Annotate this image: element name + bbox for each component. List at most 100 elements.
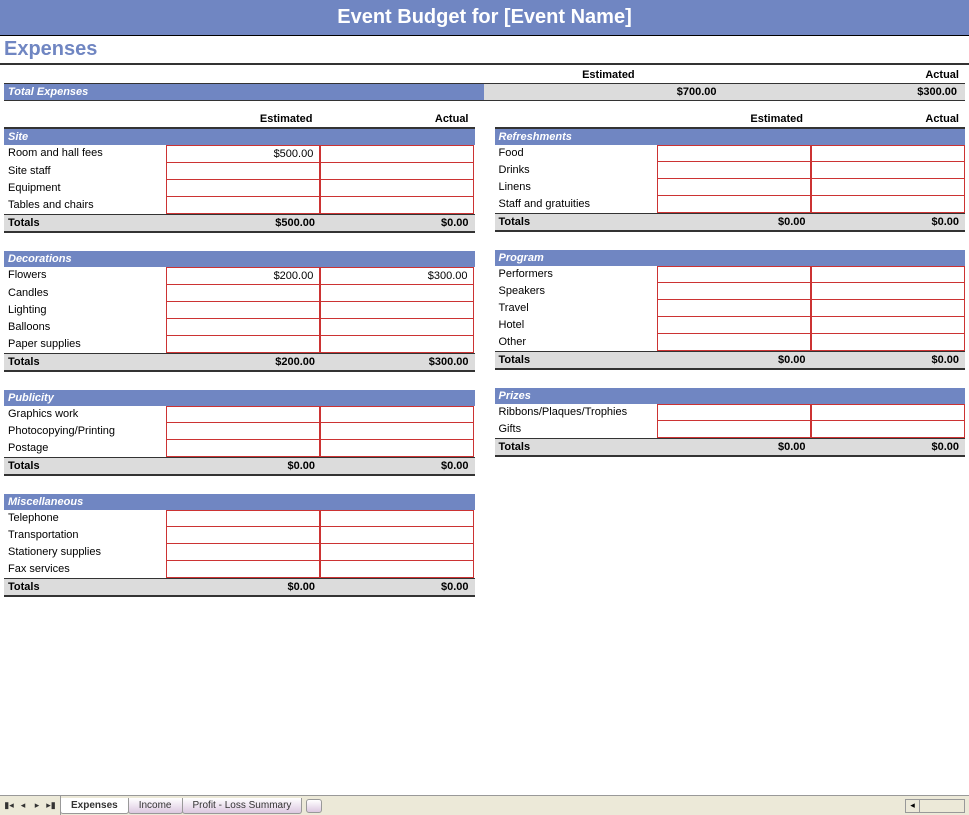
category-totals-row: Totals$0.00$0.00 [495, 438, 966, 457]
actual-cell[interactable] [320, 510, 474, 527]
actual-cell[interactable] [811, 421, 965, 438]
estimated-cell[interactable] [657, 317, 811, 334]
actual-cell[interactable] [811, 317, 965, 334]
estimated-cell[interactable] [657, 421, 811, 438]
scroll-left-icon[interactable]: ◂ [906, 800, 920, 812]
estimated-cell[interactable] [657, 300, 811, 317]
estimated-cell[interactable] [166, 163, 320, 180]
tab-nav-buttons: ▮◂ ◂ ▸ ▸▮ [0, 796, 61, 815]
actual-cell[interactable] [320, 336, 474, 353]
category-title: Decorations [4, 251, 475, 267]
estimated-cell[interactable] [166, 180, 320, 197]
horizontal-scrollbar[interactable]: ◂ [905, 799, 965, 813]
actual-cell[interactable] [320, 163, 474, 180]
estimated-cell[interactable] [166, 544, 320, 561]
totals-estimated: $0.00 [168, 458, 321, 474]
actual-cell[interactable] [811, 404, 965, 421]
estimated-cell[interactable] [657, 179, 811, 196]
line-item-row: Candles [4, 285, 475, 302]
actual-cell[interactable] [320, 406, 474, 423]
actual-cell[interactable] [811, 196, 965, 213]
estimated-cell[interactable] [166, 336, 320, 353]
actual-cell[interactable] [320, 285, 474, 302]
actual-cell[interactable] [811, 179, 965, 196]
actual-cell[interactable] [320, 561, 474, 578]
totals-label: Totals [495, 439, 659, 455]
actual-cell[interactable] [320, 197, 474, 214]
nav-last-icon[interactable]: ▸▮ [44, 799, 58, 813]
line-item-row: Hotel [495, 317, 966, 334]
actual-cell[interactable] [320, 423, 474, 440]
line-item-row: Flowers$200.00$300.00 [4, 267, 475, 285]
line-item-row: Transportation [4, 527, 475, 544]
section-heading: Expenses [0, 36, 969, 65]
new-sheet-button[interactable] [306, 799, 322, 813]
line-item-row: Tables and chairs [4, 197, 475, 214]
totals-actual: $0.00 [321, 215, 474, 231]
line-item-row: Telephone [4, 510, 475, 527]
totals-actual: $0.00 [812, 439, 965, 455]
estimated-cell[interactable] [657, 334, 811, 351]
nav-next-icon[interactable]: ▸ [30, 799, 44, 813]
actual-cell[interactable] [811, 334, 965, 351]
total-expenses-estimated: $700.00 [484, 84, 725, 100]
line-item-label: Fax services [4, 561, 166, 578]
estimated-cell[interactable] [166, 302, 320, 319]
category-block: EstimatedActualRefreshmentsFoodDrinksLin… [495, 111, 966, 232]
estimated-cell[interactable] [166, 319, 320, 336]
estimated-cell[interactable] [657, 196, 811, 213]
category-title: Publicity [4, 390, 475, 406]
actual-cell[interactable] [811, 145, 965, 162]
nav-first-icon[interactable]: ▮◂ [2, 799, 16, 813]
line-item-label: Linens [495, 179, 657, 196]
estimated-cell[interactable] [657, 162, 811, 179]
estimated-cell[interactable] [166, 510, 320, 527]
estimated-cell[interactable] [166, 561, 320, 578]
col-header-actual: Actual [809, 111, 965, 127]
actual-cell[interactable] [320, 527, 474, 544]
nav-prev-icon[interactable]: ◂ [16, 799, 30, 813]
sheet-tab[interactable]: Profit - Loss Summary [182, 798, 303, 814]
actual-cell[interactable] [320, 319, 474, 336]
line-item-label: Ribbons/Plaques/Trophies [495, 404, 657, 421]
actual-cell[interactable] [811, 300, 965, 317]
category-totals-row: Totals$0.00$0.00 [495, 213, 966, 232]
actual-cell[interactable] [320, 440, 474, 457]
estimated-cell[interactable] [166, 406, 320, 423]
category-totals-row: Totals$0.00$0.00 [495, 351, 966, 370]
estimated-cell[interactable] [166, 527, 320, 544]
actual-cell[interactable] [320, 180, 474, 197]
estimated-cell[interactable] [657, 283, 811, 300]
grand-total-headers: Estimated Actual [4, 67, 965, 83]
actual-cell[interactable] [811, 162, 965, 179]
actual-cell[interactable]: $300.00 [320, 267, 474, 285]
page-title: Event Budget for [Event Name] [0, 0, 969, 36]
sheet-tab[interactable]: Expenses [60, 798, 129, 814]
estimated-cell[interactable] [166, 423, 320, 440]
category-block: EstimatedActualSiteRoom and hall fees$50… [4, 111, 475, 233]
estimated-cell[interactable] [657, 404, 811, 421]
actual-cell[interactable] [811, 283, 965, 300]
estimated-cell[interactable]: $200.00 [166, 267, 320, 285]
estimated-cell[interactable] [166, 440, 320, 457]
line-item-label: Food [495, 145, 657, 162]
estimated-cell[interactable] [657, 145, 811, 162]
line-item-label: Site staff [4, 163, 166, 180]
estimated-cell[interactable]: $500.00 [166, 145, 320, 163]
category-block: ProgramPerformersSpeakersTravelHotelOthe… [495, 250, 966, 370]
estimated-cell[interactable] [166, 197, 320, 214]
actual-cell[interactable] [320, 544, 474, 561]
actual-cell[interactable] [320, 302, 474, 319]
total-expenses-label: Total Expenses [4, 84, 484, 100]
category-block: PublicityGraphics workPhotocopying/Print… [4, 390, 475, 476]
actual-cell[interactable] [320, 145, 474, 163]
total-expenses-actual: $300.00 [725, 84, 966, 100]
col-header-estimated: Estimated [162, 111, 318, 127]
line-item-row: Drinks [495, 162, 966, 179]
category-title: Refreshments [495, 129, 966, 145]
estimated-cell[interactable] [166, 285, 320, 302]
sheet-tab[interactable]: Income [128, 798, 183, 814]
actual-cell[interactable] [811, 266, 965, 283]
estimated-cell[interactable] [657, 266, 811, 283]
line-item-row: Room and hall fees$500.00 [4, 145, 475, 163]
